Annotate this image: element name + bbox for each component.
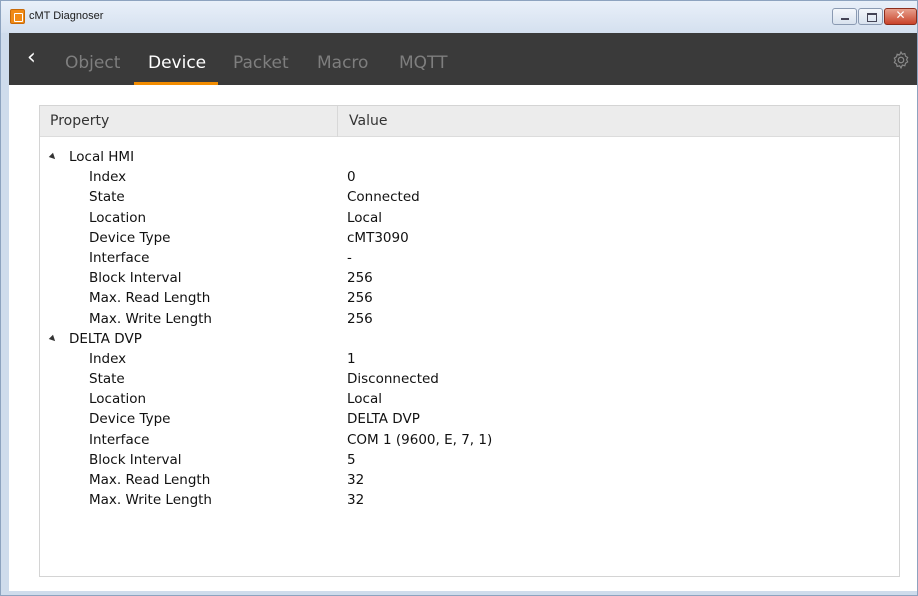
- window-title: cMT Diagnoser: [29, 10, 104, 22]
- value-cell: 256: [347, 290, 373, 307]
- property-cell: State: [89, 371, 125, 388]
- device-property-table: Property Value Local HMI Index 0 State Conne…: [39, 105, 900, 577]
- value-cell: Local: [347, 209, 382, 226]
- table-body: Local HMI Index 0 State Connected Location Loc…: [40, 148, 899, 511]
- column-divider[interactable]: [337, 106, 338, 137]
- tab-macro[interactable]: Macro: [317, 53, 368, 73]
- table-row[interactable]: Device Type cMT3090: [40, 229, 899, 249]
- table-row[interactable]: Max. Read Length 32: [40, 471, 899, 491]
- property-cell: Max. Read Length: [89, 472, 211, 488]
- value-cell: COM 1 (9600, E, 7, 1): [347, 431, 493, 448]
- property-cell: Interface: [89, 431, 150, 448]
- property-cell: Device Type: [89, 229, 171, 246]
- value-cell: 256: [347, 310, 373, 327]
- property-cell: Device Type: [89, 411, 171, 428]
- table-row[interactable]: State Disconnected: [40, 370, 899, 390]
- tab-device[interactable]: Device: [148, 53, 206, 73]
- group-name: Local HMI: [69, 149, 135, 165]
- maximize-button[interactable]: [858, 8, 883, 25]
- minimize-button[interactable]: [832, 8, 857, 25]
- title-bar: cMT Diagnoser ✕: [1, 1, 917, 33]
- property-cell: Max. Read Length: [89, 290, 211, 307]
- value-cell: Local: [347, 391, 382, 408]
- value-cell: DELTA DVP: [347, 411, 420, 428]
- group-name: DELTA DVP: [69, 330, 142, 347]
- table-row[interactable]: State Connected: [40, 188, 899, 208]
- value-cell: Connected: [347, 189, 420, 206]
- tree-group-row[interactable]: Local HMI: [40, 148, 899, 168]
- table-row[interactable]: Device Type DELTA DVP: [40, 410, 899, 430]
- column-header-property[interactable]: Property: [50, 113, 109, 129]
- table-header: Property Value: [40, 106, 899, 137]
- value-cell: 256: [347, 270, 373, 287]
- table-row[interactable]: Block Interval 256: [40, 269, 899, 289]
- value-cell: Disconnected: [347, 371, 439, 388]
- property-cell: Index: [89, 350, 127, 367]
- app-window: cMT Diagnoser ✕ ‹ Object Device Packet M…: [0, 0, 918, 596]
- value-cell: 0: [347, 169, 356, 186]
- back-button[interactable]: ‹: [27, 47, 36, 69]
- property-cell: Index: [89, 169, 127, 186]
- close-icon: ✕: [895, 8, 906, 22]
- value-cell: 1: [347, 350, 356, 367]
- nav-bar: ‹ Object Device Packet Macro MQTT: [9, 33, 917, 85]
- property-cell: Interface: [89, 249, 150, 266]
- close-button[interactable]: ✕: [884, 8, 917, 25]
- value-cell: 32: [347, 492, 365, 509]
- property-cell: Max. Write Length: [89, 310, 212, 327]
- property-cell: Location: [89, 391, 147, 408]
- collapse-arrow-icon[interactable]: [48, 334, 58, 343]
- table-row[interactable]: Max. Write Length 256: [40, 310, 899, 330]
- property-cell: Block Interval: [89, 451, 182, 468]
- column-header-value[interactable]: Value: [349, 113, 387, 129]
- table-row[interactable]: Interface COM 1 (9600, E, 7, 1): [40, 431, 899, 451]
- collapse-arrow-icon[interactable]: [48, 152, 58, 162]
- tab-object[interactable]: Object: [65, 53, 120, 73]
- property-cell: State: [89, 189, 125, 206]
- table-row[interactable]: Location Local: [40, 209, 899, 229]
- table-row[interactable]: Index 1: [40, 350, 899, 370]
- value-cell: 32: [347, 472, 365, 488]
- property-cell: Max. Write Length: [89, 492, 212, 509]
- tab-mqtt[interactable]: MQTT: [399, 53, 448, 73]
- table-row[interactable]: Index 0: [40, 168, 899, 188]
- table-row[interactable]: Max. Read Length 256: [40, 289, 899, 309]
- tab-packet[interactable]: Packet: [233, 53, 289, 73]
- value-cell: -: [347, 249, 352, 266]
- gear-icon[interactable]: [891, 50, 911, 70]
- property-cell: Block Interval: [89, 270, 182, 287]
- property-cell: Location: [89, 209, 147, 226]
- main-content: Property Value Local HMI Index 0 State Conne…: [9, 85, 917, 591]
- table-row[interactable]: Block Interval 5: [40, 451, 899, 471]
- app-icon: [10, 9, 25, 24]
- table-row[interactable]: Max. Write Length 32: [40, 491, 899, 511]
- value-cell: cMT3090: [347, 229, 409, 246]
- value-cell: 5: [347, 451, 356, 468]
- tree-group-row[interactable]: DELTA DVP: [40, 330, 899, 350]
- table-row[interactable]: Interface -: [40, 249, 899, 269]
- table-row[interactable]: Location Local: [40, 390, 899, 410]
